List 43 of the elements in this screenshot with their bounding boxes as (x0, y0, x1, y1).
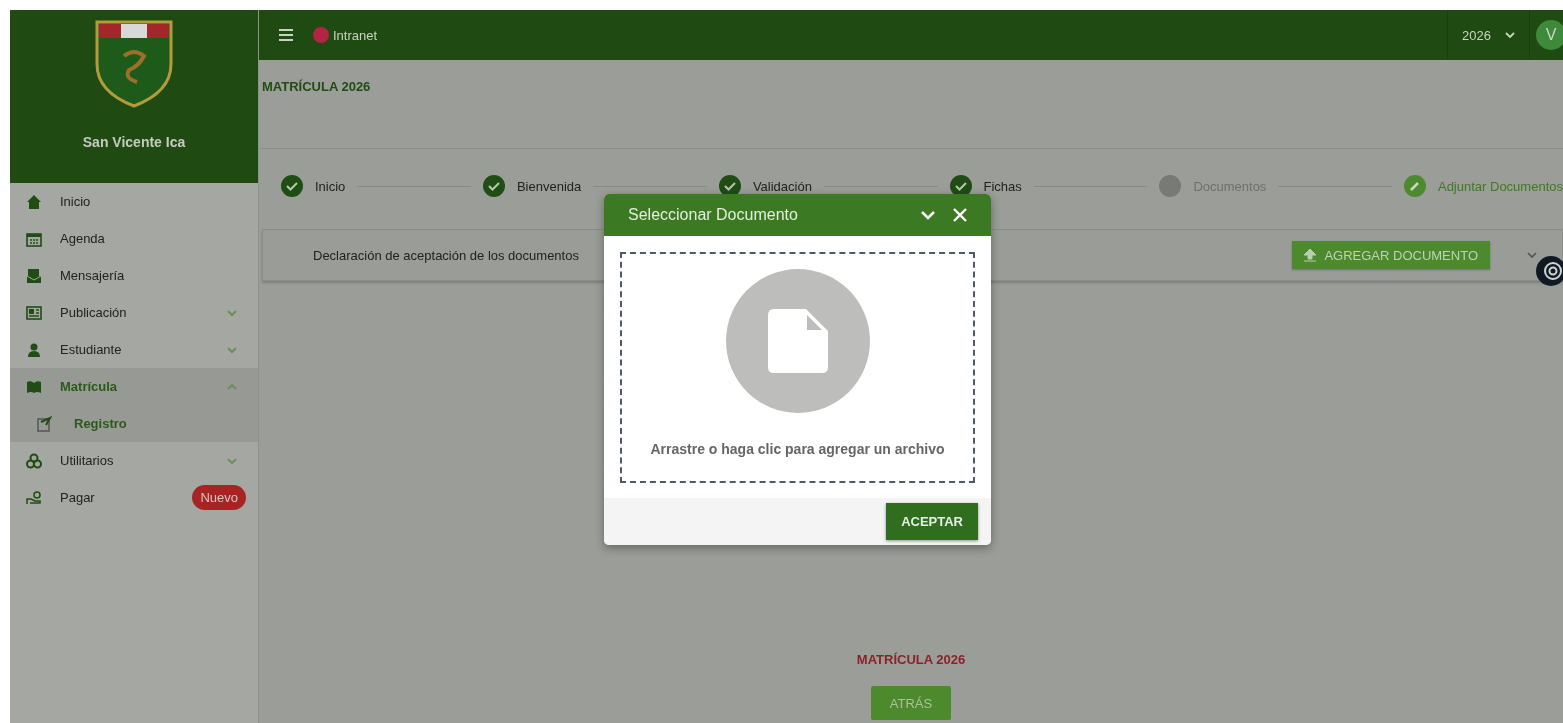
chevron-down-icon (921, 210, 935, 220)
year-dropdown[interactable]: 2026 (1447, 10, 1530, 60)
school-name: San Vicente Ica (82, 134, 186, 150)
home-icon (26, 193, 42, 210)
sidebar-item[interactable]: Utilitarios (10, 442, 258, 479)
upload-icon (1304, 248, 1317, 262)
student-icon (26, 341, 42, 358)
document-label: Declaración de aceptación de los documentos (313, 247, 580, 263)
target-icon (1536, 256, 1563, 286)
sidebar-item[interactable]: Mensajería (10, 257, 258, 294)
step[interactable]: Bienvenida (482, 175, 582, 197)
page-title: MATRÍCULA 2026 (262, 79, 372, 94)
pencil-circle-icon (1403, 175, 1426, 197)
sidebar-item[interactable]: Pagar Nuevo (10, 479, 258, 516)
hand-coin-icon (26, 489, 42, 506)
check-circle-icon (281, 175, 303, 197)
new-badge: Nuevo (192, 485, 246, 510)
calendar-icon (26, 230, 42, 247)
chevron-down-icon (1526, 250, 1538, 260)
edit-note-icon (36, 415, 52, 432)
step[interactable]: Inicio (281, 175, 346, 197)
close-button[interactable] (951, 206, 969, 224)
sidebar-item[interactable]: Estudiante (10, 331, 258, 368)
chevron-down-icon (1505, 31, 1515, 39)
accept-button[interactable]: ACEPTAR (886, 503, 978, 540)
brand-link[interactable]: Intranet (313, 27, 378, 43)
check-circle-icon (482, 175, 505, 197)
close-icon (953, 208, 967, 222)
coins-icon (26, 452, 42, 469)
sidebar-item[interactable]: Publicación (10, 294, 258, 331)
section-title: MATRÍCULA 2026 (856, 652, 966, 667)
file-circle-icon (725, 269, 870, 413)
dialog-title: Seleccionar Documento (628, 206, 798, 224)
sidebar-item[interactable]: Inicio (10, 183, 258, 220)
envelope-icon (26, 267, 42, 284)
file-dropzone[interactable]: Arrastre o haga clic para agregar un archivo (620, 252, 975, 483)
book-icon (26, 378, 42, 395)
dropzone-hint: Arrastre o haga clic para agregar un archivo (650, 441, 945, 457)
sidebar-item[interactable]: Agenda (10, 220, 258, 257)
newspaper-icon (26, 304, 42, 321)
menu-icon (279, 29, 293, 41)
dot-icon (313, 27, 329, 43)
step-circle-icon (1159, 175, 1182, 197)
